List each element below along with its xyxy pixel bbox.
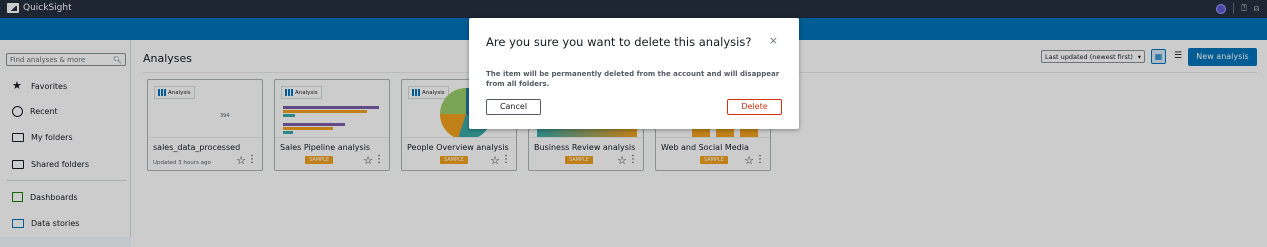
close-icon[interactable]: × (769, 34, 778, 47)
dialog-title: Are you sure you want to delete this ana… (486, 35, 752, 49)
delete-button[interactable]: Delete (727, 99, 782, 115)
dialog-message: The item will be permanently deleted fro… (486, 70, 780, 88)
delete-confirm-dialog: Are you sure you want to delete this ana… (469, 18, 799, 129)
cancel-button[interactable]: Cancel (486, 99, 541, 115)
